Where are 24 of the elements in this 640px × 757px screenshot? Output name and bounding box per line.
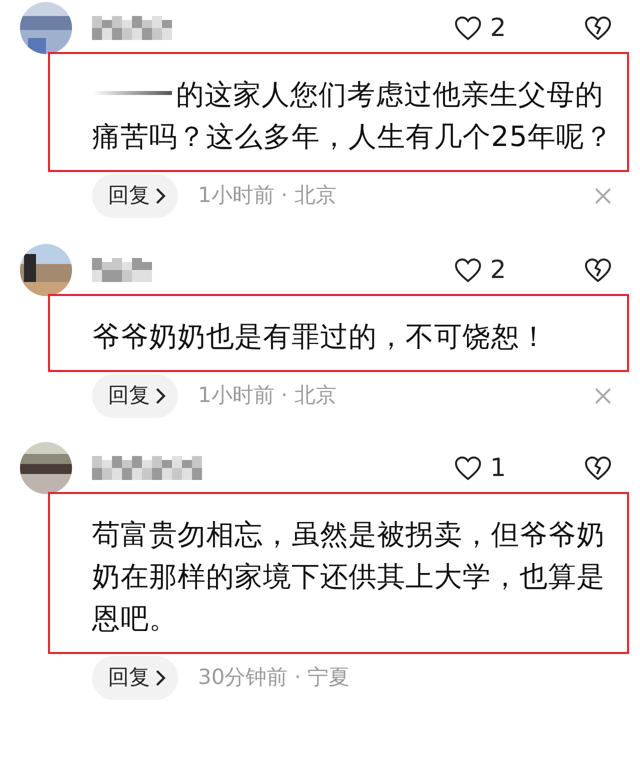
comment-meta: 30分钟前 · 宁夏 (198, 664, 350, 692)
reply-button[interactable]: 回复 (92, 174, 178, 218)
heart-icon (454, 257, 482, 283)
comment-meta: 1小时前 · 北京 (198, 382, 336, 410)
reply-button[interactable]: 回复 (92, 656, 178, 700)
like-count: 1 (490, 452, 506, 484)
like-button[interactable]: 2 (454, 9, 506, 47)
broken-heart-icon[interactable] (584, 15, 612, 41)
like-count: 2 (490, 254, 506, 286)
reply-button[interactable]: 回复 (92, 374, 178, 418)
heart-icon (454, 15, 482, 41)
blurred-name-drawing (92, 258, 152, 282)
broken-heart-icon[interactable] (584, 455, 612, 481)
comment-meta: 1小时前 · 北京 (198, 182, 336, 210)
comment-text: 爷爷奶奶也是有罪过的，不可饶恕！ (92, 319, 549, 355)
heart-icon (454, 455, 482, 481)
broken-heart-icon[interactable] (584, 257, 612, 283)
chevron-right-icon (154, 669, 166, 687)
like-button[interactable]: 1 (454, 449, 506, 487)
chevron-right-icon (154, 387, 166, 405)
chevron-right-icon (154, 187, 166, 205)
comment-text: 苟富贵勿相忘，虽然是被拐卖，但爷爷奶奶在那样的家境下还供其上大学，也算是恩吧。 (92, 517, 606, 637)
like-button[interactable]: 2 (454, 251, 506, 289)
like-count: 2 (490, 12, 506, 44)
